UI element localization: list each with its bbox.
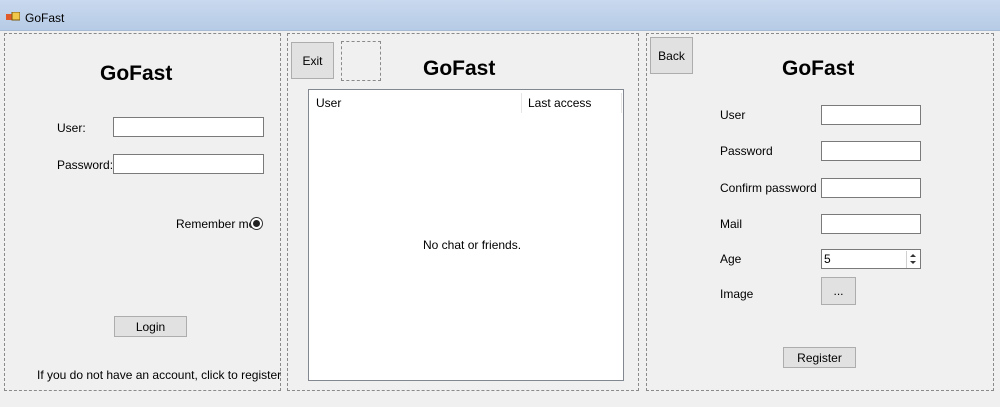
age-label: Age [720, 252, 742, 266]
register-button[interactable]: Register [783, 347, 856, 368]
column-header-user[interactable]: User [309, 90, 521, 115]
window-titlebar: GoFast [0, 0, 1000, 31]
age-value: 5 [824, 252, 831, 266]
window-title: GoFast [25, 11, 65, 25]
register-panel [646, 33, 994, 391]
image-label: Image [720, 287, 754, 301]
register-title: GoFast [782, 57, 855, 80]
empty-list-message: No chat or friends. [423, 238, 522, 252]
register-user-label: User [720, 108, 746, 122]
confirm-password-input[interactable] [821, 178, 921, 198]
chat-title: GoFast [423, 57, 496, 80]
image-browse-button[interactable]: ... [821, 277, 856, 305]
arrow-down-icon[interactable] [910, 261, 916, 264]
login-user-input[interactable] [113, 117, 264, 137]
login-title: GoFast [100, 62, 173, 85]
login-panel [4, 33, 281, 391]
back-button[interactable]: Back [650, 37, 693, 74]
login-user-label: User: [57, 121, 86, 135]
mail-input[interactable] [821, 214, 921, 234]
app-icon [6, 11, 21, 21]
register-user-input[interactable] [821, 105, 921, 125]
mail-label: Mail [720, 217, 743, 231]
confirm-password-label: Confirm password [720, 181, 817, 195]
column-header-last-access[interactable]: Last access [521, 90, 621, 115]
remember-me-radio[interactable] [250, 217, 263, 230]
arrow-up-icon[interactable] [910, 254, 916, 257]
login-password-input[interactable] [113, 154, 264, 174]
login-button[interactable]: Login [114, 316, 187, 337]
register-link[interactable]: If you do not have an account, click to … [37, 368, 281, 382]
radio-selected-dot [253, 220, 260, 227]
register-password-input[interactable] [821, 141, 921, 161]
age-stepper-arrows[interactable] [906, 251, 919, 268]
chat-list[interactable]: User Last access No chat or friends. [308, 89, 624, 381]
remember-me-label: Remember me [176, 217, 256, 231]
column-separator [621, 93, 622, 113]
exit-button[interactable]: Exit [291, 42, 334, 79]
register-password-label: Password [720, 144, 773, 158]
age-stepper[interactable]: 5 [821, 249, 921, 269]
avatar-placeholder[interactable] [341, 41, 381, 81]
login-password-label: Password: [57, 158, 114, 172]
